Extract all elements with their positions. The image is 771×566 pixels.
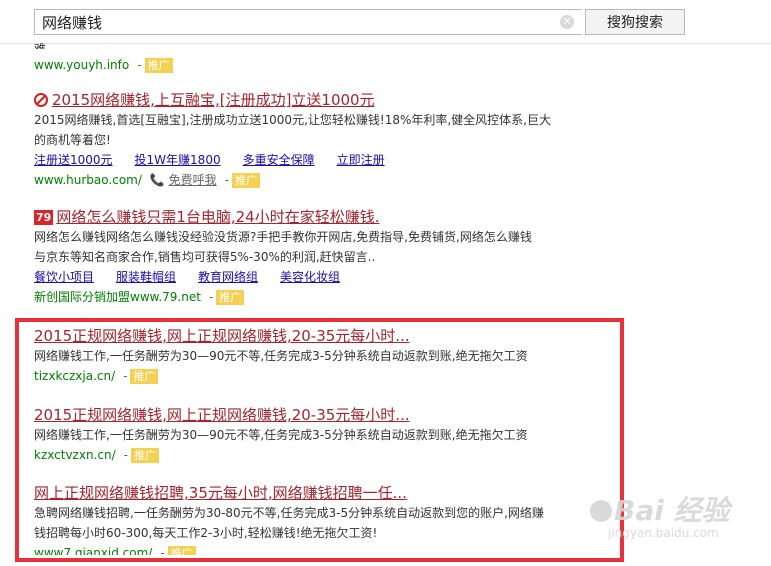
clear-icon[interactable]: ✕ [560,15,574,29]
result-desc: 网络怎么赚钱网络怎么赚钱没经验没货源?手把手教你开网店,免费指导,免费铺货,网络… [34,230,532,244]
clipped-desc: 难 [34,42,47,49]
search-box: ✕ [34,9,582,35]
promo-badge[interactable]: 推广 [144,58,173,73]
promo-badge[interactable]: 推广 [232,173,261,188]
result-desc: 网络赚钱工作,一任务酬劳为30—90元不等,任务完成3-5分钟系统自动返款到账,… [34,428,528,442]
search-result: 2015正规网络赚钱,网上正规网络赚钱,20-35元每小时... 网络赚钱工作,… [34,405,594,465]
result-title[interactable]: 2015网络赚钱,上互融宝,[注册成功]立送1000元 [34,90,594,110]
result-title[interactable]: 2015正规网络赚钱,网上正规网络赚钱,20-35元每小时... [34,326,594,346]
result-desc: 网络赚钱工作,一任务酬劳为30—90元不等,任务完成3-5分钟系统自动返款到账,… [34,349,528,363]
promo-badge[interactable]: 推广 [130,448,159,463]
result-url[interactable]: kzxctvzxn.cn/ [34,448,116,462]
result-desc: 急聘网络赚钱招聘,一任务酬劳为30-80元不等,任务完成3-5分钟系统自动返款到… [34,506,544,520]
sitelink[interactable]: 美容化妆组 [280,270,340,284]
sitelinks: 注册送1000元 投1W年赚1800 多重安全保障 立即注册 [34,150,594,170]
site-logo-icon: 79 [34,210,54,225]
watermark-sub: jingyan.baidu.com [608,526,719,540]
sitelink[interactable]: 教育网络组 [198,270,258,284]
search-result: 2015网络赚钱,上互融宝,[注册成功]立送1000元 2015网络赚钱,首选[… [34,90,594,190]
result-url[interactable]: tizxkczxja.cn/ [34,369,115,383]
promo-badge[interactable]: 推广 [167,546,196,555]
result-desc: 与京东等知名商家合作,销售均可获得5%-30%的利润,赶快留言.. [34,250,376,264]
sitelinks: 餐饮小项目 服装鞋帽组 教育网络组 美容化妆组 [34,267,594,287]
search-result: 网上正规网络赚钱招聘,35元每小时,网络赚钱招聘一任... 急聘网络赚钱招聘,一… [34,483,594,555]
result-title[interactable]: 2015正规网络赚钱,网上正规网络赚钱,20-35元每小时... [34,405,594,425]
result-url[interactable]: www.hurbao.com/ [34,173,142,187]
call-me-link[interactable]: 免费呼我 [169,173,217,187]
result-desc: 2015网络赚钱,首选[互融宝],注册成功立送1000元,让您轻松赚钱!18%年… [34,113,551,127]
paw-icon [590,500,612,522]
promo-badge[interactable]: 推广 [130,369,159,384]
watermark-main: Bai 经验 [614,494,730,527]
result-desc: 钱招聘每小时60-300,每天工作2-3小时,轻松赚钱!绝无拖欠工资! [34,526,378,540]
promo-badge[interactable]: 推广 [216,290,245,305]
phone-icon[interactable]: 📞 [150,173,165,187]
hurongbao-logo-icon [34,93,48,107]
result-url[interactable]: www.youyh.info [34,58,129,72]
sitelink[interactable]: 注册送1000元 [34,153,113,167]
search-button[interactable]: 搜狗搜索 [585,9,685,35]
sitelink[interactable]: 多重安全保障 [243,153,315,167]
result-url[interactable]: 新创国际分销加盟www.79.net [34,290,201,304]
baidu-jingyan-watermark: Bai 经验 jingyan.baidu.com [588,496,730,540]
search-result: 2015正规网络赚钱,网上正规网络赚钱,20-35元每小时... 网络赚钱工作,… [34,326,594,386]
result-url[interactable]: www7.qianxid.com/ [34,546,152,555]
sitelink[interactable]: 立即注册 [337,153,385,167]
result-desc: 的商机等着您! [34,133,111,147]
sitelink[interactable]: 服装鞋帽组 [116,270,176,284]
clipped-result: www.youyh.info - 推广 [34,55,594,75]
header-divider [0,43,771,44]
sitelink[interactable]: 餐饮小项目 [34,270,94,284]
search-result: 79 网络怎么赚钱只需1台电脑,24小时在家轻松赚钱. 网络怎么赚钱网络怎么赚钱没… [34,207,594,307]
search-input[interactable] [35,10,569,34]
sitelink[interactable]: 投1W年赚1800 [135,153,221,167]
result-title[interactable]: 网上正规网络赚钱招聘,35元每小时,网络赚钱招聘一任... [34,483,594,503]
result-title[interactable]: 79 网络怎么赚钱只需1台电脑,24小时在家轻松赚钱. [34,207,594,227]
